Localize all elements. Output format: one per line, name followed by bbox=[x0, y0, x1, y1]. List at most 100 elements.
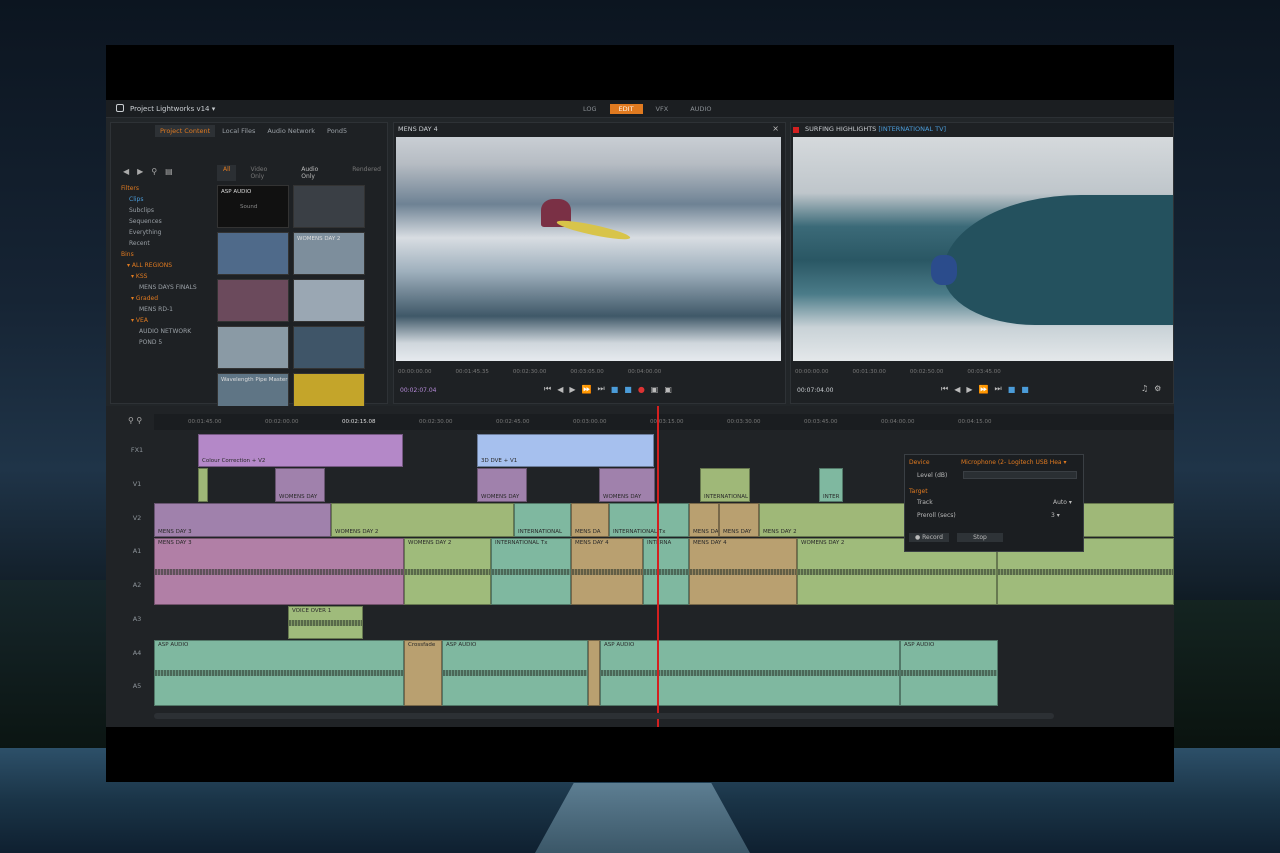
timeline-clip[interactable]: WOMENS DAY bbox=[275, 468, 325, 502]
timeline-clip[interactable]: INTERNATIONAL bbox=[514, 503, 571, 537]
sidebar-item[interactable]: AUDIO NETWORK bbox=[121, 326, 213, 337]
preroll-select[interactable]: 3 ▾ bbox=[1051, 512, 1060, 519]
tab-pond5[interactable]: Pond5 bbox=[322, 125, 352, 137]
timeline-clip[interactable]: Crossfade bbox=[404, 640, 442, 706]
timeline-clip[interactable]: VOICE OVER 1 bbox=[288, 606, 363, 639]
track-label-v1[interactable]: V1 bbox=[122, 480, 152, 488]
sidebar-item[interactable]: Filters bbox=[121, 183, 213, 194]
playhead[interactable] bbox=[657, 406, 659, 727]
timeline-clip[interactable]: INTERNATIONAL Tx bbox=[491, 538, 571, 605]
close-icon[interactable]: × bbox=[772, 124, 779, 133]
timeline-clip[interactable]: WOMENS DAY bbox=[599, 468, 655, 502]
timeline-clip[interactable]: WOMENS DAY 2 bbox=[404, 538, 491, 605]
clip-thumbnail[interactable] bbox=[217, 326, 289, 369]
subtab-video-only[interactable]: Video Only bbox=[244, 165, 287, 181]
fast-forward-icon[interactable]: ⏩ bbox=[582, 385, 592, 394]
timeline-clip[interactable] bbox=[588, 640, 600, 706]
tab-vfx[interactable]: VFX bbox=[647, 104, 678, 114]
list-view-icon[interactable]: ▤ bbox=[165, 167, 173, 176]
sidebar-item[interactable]: POND 5 bbox=[121, 337, 213, 348]
tab-project-content[interactable]: Project Content bbox=[155, 125, 216, 137]
go-end-icon[interactable]: ⏭ bbox=[597, 384, 604, 394]
clip-thumbnail[interactable] bbox=[293, 326, 365, 369]
back-icon[interactable]: ◀ bbox=[123, 167, 129, 176]
project-menu[interactable]: Project Lightworks v14 ▾ bbox=[116, 104, 215, 113]
track-label-a2[interactable]: A2 bbox=[122, 581, 152, 589]
record-button[interactable]: ● Record bbox=[909, 533, 949, 542]
go-end-icon[interactable]: ⏭ bbox=[994, 384, 1001, 394]
fast-forward-icon[interactable]: ⏩ bbox=[979, 385, 989, 394]
sidebar-item[interactable]: ▾ ALL REGIONS bbox=[121, 260, 213, 271]
timeline-clip[interactable]: Colour Correction + V2 bbox=[198, 434, 403, 467]
record-current-timecode[interactable]: 00:07:04.00 bbox=[797, 387, 834, 394]
overwrite-icon[interactable]: ▣ bbox=[651, 385, 659, 394]
timeline-scrollbar[interactable] bbox=[154, 713, 1054, 719]
timeline-clip[interactable]: MENS DAY bbox=[719, 503, 759, 537]
track-label-a4[interactable]: A4 bbox=[122, 649, 152, 657]
track-select[interactable]: Auto ▾ bbox=[1053, 499, 1072, 506]
timeline-clip[interactable]: MENS DAY 3 bbox=[154, 503, 331, 537]
timeline-clip[interactable]: MENS DAY 4 bbox=[571, 538, 643, 605]
timeline-ruler[interactable]: 00:01:45.00 00:02:00.00 00:02:15.08 00:02:3… bbox=[154, 414, 1174, 430]
go-start-icon[interactable]: ⏮ bbox=[941, 384, 948, 394]
mark-in-icon[interactable]: ■ bbox=[1008, 385, 1016, 394]
tab-audio[interactable]: AUDIO bbox=[681, 104, 720, 114]
zoom-out-icon[interactable]: ⚲ bbox=[128, 416, 134, 425]
track-label-a1[interactable]: A1 bbox=[122, 547, 152, 555]
source-current-timecode[interactable]: 00:02:07.04 bbox=[400, 387, 437, 394]
play-icon[interactable]: ▶ bbox=[569, 385, 575, 394]
search-icon[interactable]: ⚲ bbox=[151, 167, 157, 176]
timeline-clip[interactable]: MENS DAY 3 bbox=[154, 538, 404, 605]
zoom-in-icon[interactable]: ⚲ bbox=[136, 416, 142, 425]
timeline-clip[interactable]: 3D DVE + V1 bbox=[477, 434, 654, 467]
sidebar-item[interactable]: Sequences bbox=[121, 216, 213, 227]
track-label-v2[interactable]: V2 bbox=[122, 514, 152, 522]
source-video-frame[interactable] bbox=[396, 137, 781, 361]
tab-log[interactable]: LOG bbox=[574, 104, 606, 114]
clip-thumbnail[interactable] bbox=[293, 279, 365, 322]
sidebar-item[interactable]: ▾ Graded bbox=[121, 293, 213, 304]
sidebar-item[interactable]: Clips bbox=[121, 194, 213, 205]
timeline-clip[interactable]: ASP AUDIO bbox=[442, 640, 588, 706]
timeline-clip[interactable]: WOMENS DAY 2 bbox=[331, 503, 514, 537]
device-select[interactable]: Microphone (2- Logitech USB Hea ▾ bbox=[961, 459, 1067, 466]
sidebar-item[interactable]: ▾ VEA bbox=[121, 315, 213, 326]
mark-out-icon[interactable]: ■ bbox=[624, 385, 632, 394]
timeline-clip[interactable]: ASP AUDIO bbox=[900, 640, 998, 706]
exit-icon[interactable] bbox=[116, 104, 124, 112]
timeline-clip[interactable]: INTER bbox=[819, 468, 843, 502]
clip-thumbnail[interactable] bbox=[217, 232, 289, 275]
headphones-icon[interactable]: ♫ bbox=[1141, 384, 1148, 393]
timeline-clip[interactable]: MENS DA bbox=[571, 503, 609, 537]
sidebar-item[interactable]: Recent bbox=[121, 238, 213, 249]
timeline-clip[interactable]: ASP AUDIO bbox=[600, 640, 900, 706]
timeline-clip[interactable]: ASP AUDIO bbox=[154, 640, 404, 706]
timeline-clip[interactable] bbox=[198, 468, 208, 502]
record-video-frame[interactable] bbox=[793, 137, 1173, 361]
rewind-icon[interactable]: ◀ bbox=[954, 385, 960, 394]
track-label-a5[interactable]: A5 bbox=[122, 682, 152, 690]
tab-local-files[interactable]: Local Files bbox=[217, 125, 260, 137]
stop-button[interactable]: Stop bbox=[957, 533, 1003, 542]
tab-edit[interactable]: EDIT bbox=[609, 104, 643, 114]
sidebar-item[interactable]: MENS DAYS FINALS bbox=[121, 282, 213, 293]
track-label-fx1[interactable]: FX1 bbox=[122, 446, 152, 454]
play-icon[interactable]: ▶ bbox=[966, 385, 972, 394]
sidebar-item[interactable]: MENS RD-1 bbox=[121, 304, 213, 315]
timeline-clip[interactable]: MENS DAY bbox=[689, 503, 719, 537]
timeline-clip[interactable]: INTERNATIONAL Tx bbox=[609, 503, 689, 537]
timeline-clip[interactable]: INTERNATIONAL bbox=[700, 468, 750, 502]
subtab-audio-only[interactable]: Audio Only bbox=[295, 165, 338, 181]
go-start-icon[interactable]: ⏮ bbox=[544, 384, 551, 394]
subtab-rendered[interactable]: Rendered bbox=[346, 165, 387, 181]
sidebar-item[interactable]: Bins bbox=[121, 249, 213, 260]
sidebar-item[interactable]: Subclips bbox=[121, 205, 213, 216]
clip-thumbnail[interactable] bbox=[293, 185, 365, 228]
sidebar-item[interactable]: ▾ KSS bbox=[121, 271, 213, 282]
rewind-icon[interactable]: ◀ bbox=[557, 385, 563, 394]
mark-in-icon[interactable]: ■ bbox=[611, 385, 619, 394]
tab-audio-network[interactable]: Audio Network bbox=[262, 125, 320, 137]
timeline-clip[interactable]: INTERNA bbox=[643, 538, 689, 605]
clip-thumbnail[interactable]: ASP AUDIO Sound bbox=[217, 185, 289, 228]
subtab-all[interactable]: All bbox=[217, 165, 237, 181]
